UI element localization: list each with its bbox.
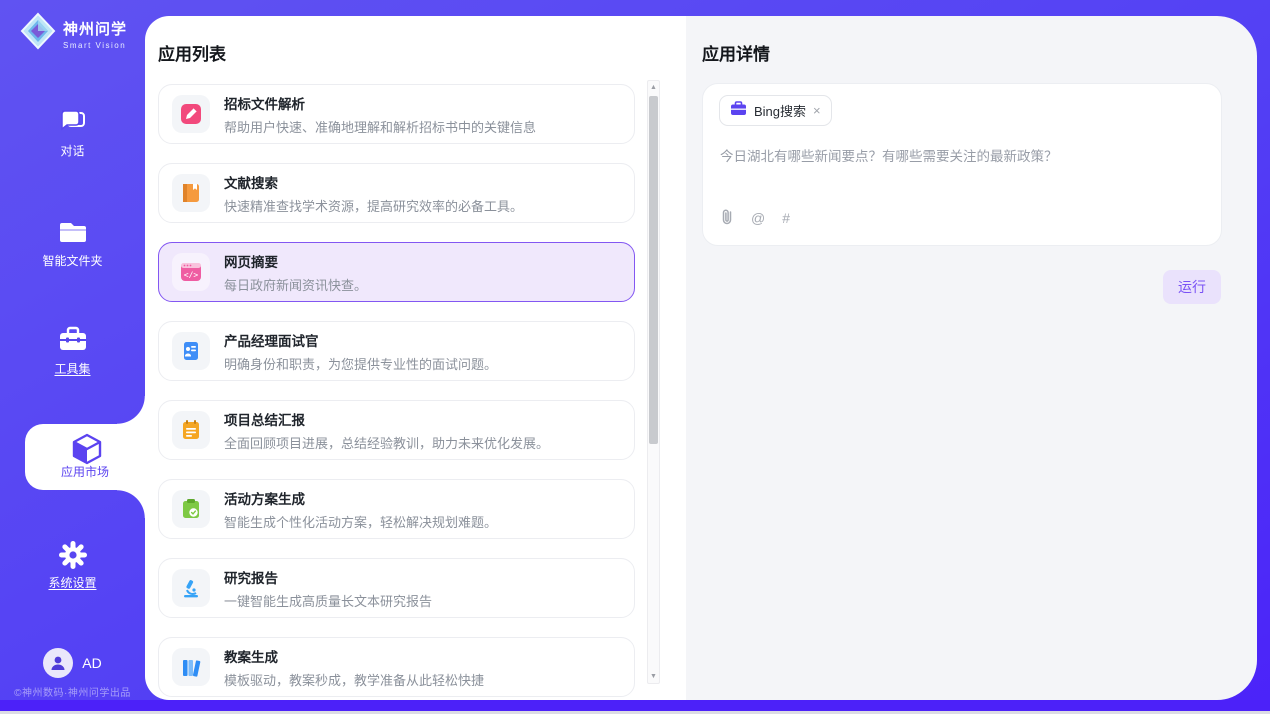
user-initials: AD: [82, 655, 101, 671]
paperclip-icon[interactable]: [720, 208, 734, 228]
sidebar-item-label: 智能文件夹: [42, 252, 102, 269]
interview-doc-icon: [172, 332, 210, 370]
book-icon: [172, 174, 210, 212]
app-desc: 一键智能生成高质量长文本研究报告: [224, 591, 432, 610]
app-card-event-plan-generation[interactable]: 活动方案生成 智能生成个性化活动方案，轻松解决规划难题。: [158, 479, 635, 539]
app-card-webpage-summary[interactable]: </> 网页摘要 每日政府新闻资讯快查。: [158, 242, 635, 302]
brand-logo: 神州问学 Smart Vision: [20, 12, 127, 55]
app-card-lesson-plan-generation[interactable]: 教案生成 模板驱动，教案秒成，教学准备从此轻松快捷: [158, 637, 635, 697]
brand-name: 神州问学: [63, 18, 127, 39]
app-name: 网页摘要: [224, 251, 367, 271]
svg-text:</>: </>: [184, 271, 199, 280]
tool-tag-label: Bing搜索: [754, 101, 806, 120]
close-icon[interactable]: ×: [813, 104, 821, 117]
edit-square-icon: [172, 95, 210, 133]
app-list-panel: 应用列表 招标文件解析 帮助用户快速、准确地理解和解析招标书中的关键信息: [145, 16, 686, 700]
sidebar-item-label: 对话: [60, 142, 84, 159]
sidebar-item-toolset[interactable]: 工具集: [0, 326, 145, 378]
sidebar-item-smart-folder[interactable]: 智能文件夹: [0, 218, 145, 270]
at-sign-icon[interactable]: @: [751, 210, 765, 226]
user-account[interactable]: AD: [0, 648, 145, 678]
app-desc: 智能生成个性化活动方案，轻松解决规划难题。: [224, 512, 497, 531]
app-name: 教案生成: [224, 646, 484, 666]
run-button[interactable]: 运行: [1163, 270, 1221, 304]
app-desc: 明确身份和职责，为您提供专业性的面试问题。: [224, 354, 497, 373]
gear-icon: [58, 540, 88, 568]
query-text[interactable]: 今日湖北有哪些新闻要点？有哪些需要关注的最新政策？: [720, 145, 1205, 165]
toolbox-icon: [58, 326, 88, 354]
app-card-project-summary-report[interactable]: 项目总结汇报 全面回顾项目进展，总结经验教训，助力未来优化发展。: [158, 400, 635, 460]
webpage-code-icon: </>: [172, 253, 210, 291]
app-list-title: 应用列表: [158, 40, 226, 65]
sidebar-item-label: 系统设置: [48, 574, 96, 591]
app-card-list: 招标文件解析 帮助用户快速、准确地理解和解析招标书中的关键信息 文献搜索 快速精…: [158, 84, 635, 700]
app-detail-title: 应用详情: [702, 40, 770, 65]
app-name: 文献搜索: [224, 172, 523, 192]
cube-icon: [70, 432, 100, 460]
sidebar-item-settings[interactable]: 系统设置: [0, 540, 145, 592]
notepad-icon: [172, 411, 210, 449]
hash-icon[interactable]: #: [782, 210, 790, 226]
app-name: 活动方案生成: [224, 488, 497, 508]
brand-tagline: Smart Vision: [63, 41, 127, 50]
app-desc: 全面回顾项目进展，总结经验教训，助力未来优化发展。: [224, 433, 549, 452]
app-card-literature-search[interactable]: 文献搜索 快速精准查找学术资源，提高研究效率的必备工具。: [158, 163, 635, 223]
app-desc: 模板驱动，教案秒成，教学准备从此轻松快捷: [224, 670, 484, 689]
folder-icon: [58, 218, 88, 246]
app-name: 研究报告: [224, 567, 432, 587]
sidebar-item-label: 工具集: [54, 360, 90, 377]
sidebar-item-app-market[interactable]: 应用市场: [25, 424, 145, 490]
list-scrollbar[interactable]: ▲ ▼: [647, 80, 660, 684]
chat-icon: [58, 108, 88, 136]
scroll-up-arrow-icon[interactable]: ▲: [648, 84, 659, 91]
app-card-pm-interviewer[interactable]: 产品经理面试官 明确身份和职责，为您提供专业性的面试问题。: [158, 321, 635, 381]
prompt-card[interactable]: Bing搜索 × 今日湖北有哪些新闻要点？有哪些需要关注的最新政策？ @ #: [702, 83, 1222, 246]
briefcase-icon: [730, 101, 747, 121]
clipboard-check-icon: [172, 490, 210, 528]
microscope-icon: [172, 569, 210, 607]
books-icon: [172, 648, 210, 686]
app-desc: 每日政府新闻资讯快查。: [224, 275, 367, 294]
copyright-text: ©神州数码·神州问学出品: [0, 684, 145, 699]
app-name: 招标文件解析: [224, 93, 536, 113]
app-name: 产品经理面试官: [224, 330, 497, 350]
app-card-bid-document-parsing[interactable]: 招标文件解析 帮助用户快速、准确地理解和解析招标书中的关键信息: [158, 84, 635, 144]
diamond-logo-icon: [20, 12, 56, 55]
scroll-down-arrow-icon[interactable]: ▼: [648, 673, 659, 680]
attachment-toolbar: @ #: [720, 208, 790, 228]
bottom-accent-bar: [0, 700, 1270, 711]
app-desc: 快速精准查找学术资源，提高研究效率的必备工具。: [224, 196, 523, 215]
sidebar-item-chat[interactable]: 对话: [0, 108, 145, 160]
app-card-research-report[interactable]: 研究报告 一键智能生成高质量长文本研究报告: [158, 558, 635, 618]
app-desc: 帮助用户快速、准确地理解和解析招标书中的关键信息: [224, 117, 536, 136]
sidebar-item-label: 应用市场: [61, 463, 109, 480]
scrollbar-thumb[interactable]: [649, 96, 658, 444]
tool-tag-bing-search[interactable]: Bing搜索 ×: [719, 95, 832, 126]
sidebar: 神州问学 Smart Vision 对话 智能文件夹: [0, 0, 145, 714]
avatar: [43, 648, 73, 678]
app-name: 项目总结汇报: [224, 409, 549, 429]
app-detail-panel: 应用详情 Bing搜索 × 今日湖北有哪些新闻要点？有哪些需要关注的最新政策？ …: [686, 16, 1257, 700]
